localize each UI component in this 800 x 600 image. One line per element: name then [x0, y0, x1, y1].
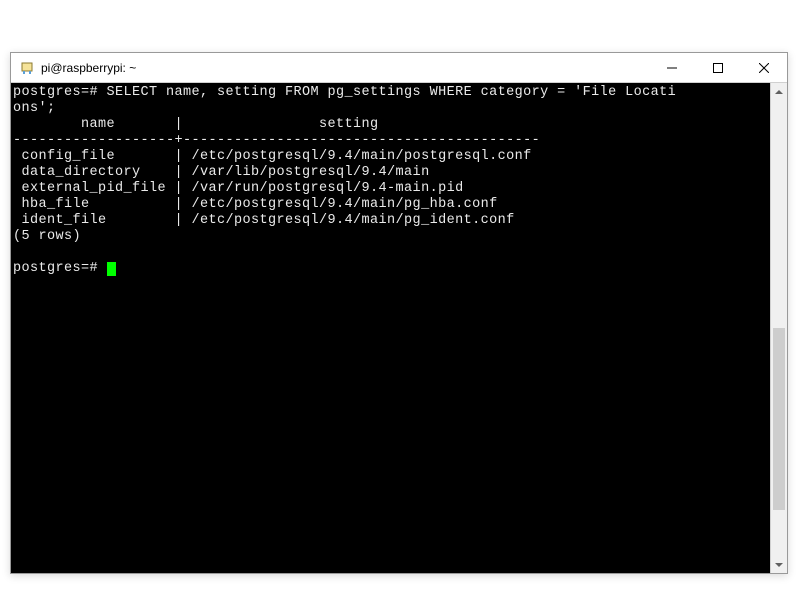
maximize-icon [713, 63, 723, 73]
chevron-up-icon [775, 90, 783, 94]
minimize-button[interactable] [649, 53, 695, 82]
terminal-window: pi@raspberrypi: ~ postgres=# SELECT nam [10, 52, 788, 574]
putty-icon [19, 60, 35, 76]
chevron-down-icon [775, 563, 783, 567]
scroll-down-button[interactable] [771, 556, 787, 573]
terminal-output[interactable]: postgres=# SELECT name, setting FROM pg_… [11, 83, 770, 573]
scroll-thumb[interactable] [773, 328, 785, 510]
window-title: pi@raspberrypi: ~ [41, 61, 649, 75]
minimize-icon [667, 63, 677, 73]
terminal-wrapper: postgres=# SELECT name, setting FROM pg_… [11, 83, 787, 573]
titlebar[interactable]: pi@raspberrypi: ~ [11, 53, 787, 83]
vertical-scrollbar[interactable] [770, 83, 787, 573]
scroll-up-button[interactable] [771, 83, 787, 100]
maximize-button[interactable] [695, 53, 741, 82]
scroll-track[interactable] [771, 100, 787, 556]
close-button[interactable] [741, 53, 787, 82]
close-icon [759, 63, 769, 73]
cursor [107, 262, 116, 276]
window-controls [649, 53, 787, 82]
